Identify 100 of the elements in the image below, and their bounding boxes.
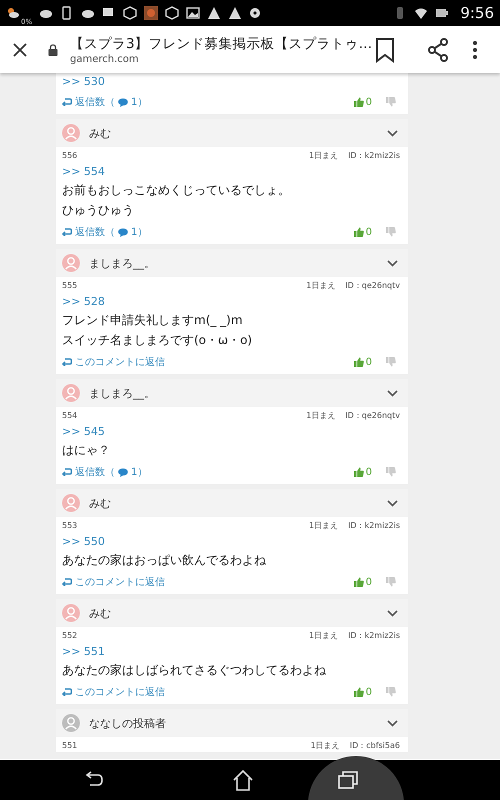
comment-text: お前もおしっこなめくじっているでしょ。 — [62, 182, 291, 198]
chevron-down-icon[interactable] — [387, 500, 398, 506]
author-name: みむ — [89, 126, 112, 140]
speech-bubble-icon — [118, 98, 128, 106]
like-count: 0 — [366, 686, 372, 698]
speech-bubble-icon — [118, 228, 128, 236]
reply-label: 返信数（ — [75, 466, 115, 479]
reply-count: 1） — [131, 96, 148, 109]
battery-icon — [435, 6, 450, 20]
reply-count-link[interactable]: 返信数（ 1） — [62, 95, 148, 109]
chevron-down-icon[interactable] — [387, 720, 398, 726]
reply-arrow-icon — [62, 358, 72, 366]
post-time: 1日まえ — [308, 150, 338, 161]
comment-text: ひゅうひゅう — [62, 202, 135, 218]
thumbs-down-icon[interactable] — [386, 97, 396, 107]
thumbs-down-icon[interactable] — [386, 687, 396, 697]
comment-text: フレンド申請失礼しますm(_ _)m — [62, 312, 244, 329]
reply-link[interactable]: このコメントに返信 — [62, 685, 165, 699]
author-name: みむ — [89, 496, 112, 510]
clock-time: 9:56 — [460, 4, 494, 22]
page-url: gamerch.com — [70, 54, 140, 64]
user-id: ID：qe26nqtv — [345, 410, 400, 421]
cube-icon — [165, 6, 180, 20]
wifi-icon — [414, 6, 428, 20]
post-time: 1日まえ — [306, 410, 336, 421]
comment-text: はにゃ？ — [62, 442, 111, 458]
share-icon[interactable] — [426, 38, 450, 62]
chevron-down-icon[interactable] — [387, 390, 398, 396]
author-name: ましまろ__。 — [89, 256, 156, 270]
thumbs-down-icon[interactable] — [386, 227, 396, 237]
thumbs-up-icon[interactable] — [354, 97, 364, 107]
sun-cloud-icon — [6, 6, 20, 20]
home-icon[interactable] — [232, 769, 254, 791]
comment-number: 553 — [62, 521, 78, 530]
bookmark-icon[interactable] — [374, 36, 396, 62]
warning-icon — [207, 6, 222, 20]
thumbs-up-icon[interactable] — [354, 357, 364, 367]
author-name: みむ — [89, 606, 112, 620]
reply-count-link[interactable]: 返信数（ 1） — [62, 225, 148, 239]
thumbs-down-icon[interactable] — [386, 467, 396, 477]
speech-bubble-icon — [118, 468, 128, 476]
reply-arrow-icon — [62, 688, 72, 696]
user-id: ID：k2miz2is — [348, 630, 400, 641]
app-thumbnail-icon — [144, 6, 158, 20]
lock-icon — [48, 44, 58, 56]
comment-text: あなたの家はしばられてさるぐつわしてるわよね — [62, 662, 327, 678]
thumbs-up-icon[interactable] — [354, 467, 364, 477]
user-id: ID：k2miz2is — [348, 150, 400, 161]
reply-count-link[interactable]: 返信数（ 1） — [62, 465, 148, 479]
reply-label: 返信数（ — [75, 96, 115, 109]
post-time: 1日まえ — [310, 740, 340, 751]
author-name: ましまろ__。 — [89, 386, 156, 400]
comment-number: 556 — [62, 151, 78, 160]
comment-number: 555 — [62, 281, 78, 290]
thumbs-up-icon[interactable] — [354, 687, 364, 697]
reply-reference-link[interactable]: >> 530 — [62, 73, 105, 90]
like-count: 0 — [366, 226, 372, 238]
reply-arrow-icon — [62, 98, 72, 106]
like-count: 0 — [366, 96, 372, 108]
chevron-down-icon[interactable] — [387, 130, 398, 136]
cube-icon — [123, 6, 138, 20]
reply-reference-link[interactable]: >> 551 — [62, 642, 105, 660]
author-name: ななしの投稿者 — [89, 716, 167, 730]
reply-link[interactable]: このコメントに返信 — [62, 575, 165, 589]
post-time: 1日まえ — [308, 520, 338, 531]
post-time: 1日まえ — [308, 630, 338, 641]
reply-label: このコメントに返信 — [75, 686, 165, 699]
recent-apps-icon[interactable] — [338, 771, 358, 789]
user-id: ID：cbfsi5a6 — [350, 740, 400, 751]
comment-number: 554 — [62, 411, 78, 420]
reply-count: 1） — [131, 466, 148, 479]
thumbs-up-icon[interactable] — [354, 227, 364, 237]
thumbs-up-icon[interactable] — [354, 577, 364, 587]
thumbs-down-icon[interactable] — [386, 577, 396, 587]
reply-label: このコメントに返信 — [75, 356, 165, 369]
close-icon — [13, 42, 27, 56]
like-count: 0 — [366, 356, 372, 368]
reply-arrow-icon — [62, 578, 72, 586]
reply-count: 1） — [131, 226, 148, 239]
reply-label: 返信数（ — [75, 226, 115, 239]
thumbs-down-icon[interactable] — [386, 357, 396, 367]
comment-text: スイッチ名ましまろです(o・ω・o) — [62, 332, 254, 348]
comment-text: あなたの家はおっぱい飲んでるわよね — [62, 552, 267, 568]
reply-arrow-icon — [62, 228, 72, 236]
reply-label: このコメントに返信 — [75, 576, 165, 589]
reply-link[interactable]: このコメントに返信 — [62, 355, 165, 369]
image-icon — [186, 6, 200, 20]
comment-number: 551 — [62, 741, 78, 750]
post-time: 1日まえ — [306, 280, 336, 291]
chevron-down-icon[interactable] — [387, 260, 398, 266]
reply-reference-link[interactable]: >> 528 — [62, 292, 105, 310]
chevron-down-icon[interactable] — [387, 610, 398, 616]
like-count: 0 — [366, 466, 372, 478]
more-options-icon[interactable] — [472, 40, 478, 60]
back-icon[interactable] — [84, 771, 104, 789]
warning-icon — [228, 6, 242, 20]
reply-reference-link[interactable]: >> 545 — [62, 422, 105, 440]
reply-reference-link[interactable]: >> 550 — [62, 532, 105, 550]
comment-number: 552 — [62, 631, 78, 640]
reply-reference-link[interactable]: >> 554 — [62, 162, 105, 180]
